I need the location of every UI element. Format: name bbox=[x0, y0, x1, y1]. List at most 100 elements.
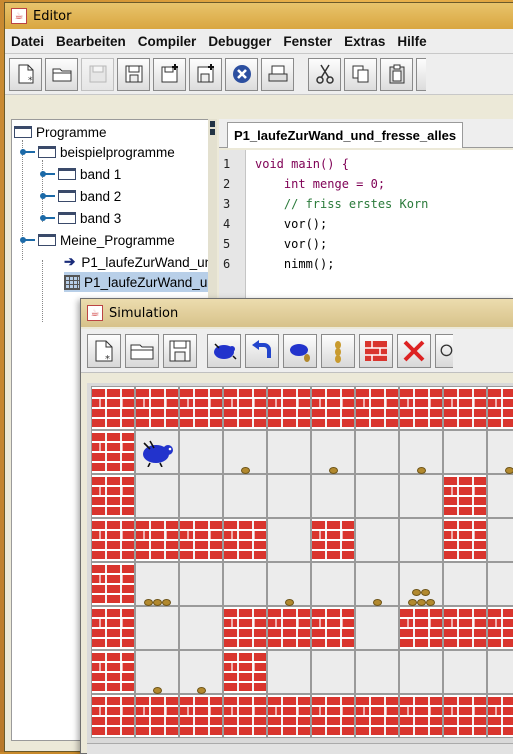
empty-tile[interactable] bbox=[355, 518, 399, 562]
wall-tile[interactable] bbox=[311, 386, 355, 430]
delete-button[interactable] bbox=[397, 333, 431, 368]
wall-tile[interactable] bbox=[223, 386, 267, 430]
wall-tile[interactable] bbox=[399, 694, 443, 738]
wall-tile[interactable] bbox=[399, 386, 443, 430]
new-file-button[interactable]: * bbox=[9, 57, 42, 91]
menu-debugger[interactable]: Debugger bbox=[202, 34, 277, 49]
wall-tile[interactable] bbox=[311, 694, 355, 738]
empty-tile[interactable] bbox=[179, 562, 223, 606]
wall-tile[interactable] bbox=[267, 606, 311, 650]
grain-tile[interactable] bbox=[487, 430, 513, 474]
wall-tile[interactable] bbox=[399, 606, 443, 650]
wall-tile[interactable] bbox=[91, 694, 135, 738]
tree-item[interactable]: Meine_Programme bbox=[20, 230, 175, 250]
empty-tile[interactable] bbox=[355, 474, 399, 518]
empty-tile[interactable] bbox=[311, 650, 355, 694]
expand-handle-icon[interactable] bbox=[40, 191, 56, 201]
simulation-titlebar[interactable]: ☕ Simulation bbox=[81, 299, 513, 327]
menu-hilfe[interactable]: Hilfe bbox=[391, 34, 432, 49]
wall-tile[interactable] bbox=[443, 386, 487, 430]
grain-tile[interactable] bbox=[135, 562, 179, 606]
save-territory-button[interactable] bbox=[163, 333, 197, 368]
hamster-tile[interactable] bbox=[135, 430, 179, 474]
wall-tile[interactable] bbox=[487, 386, 513, 430]
empty-tile[interactable] bbox=[135, 606, 179, 650]
copy-button[interactable] bbox=[344, 57, 377, 91]
territory-view[interactable] bbox=[87, 383, 513, 743]
empty-tile[interactable] bbox=[399, 518, 443, 562]
empty-tile[interactable] bbox=[355, 430, 399, 474]
tree-item[interactable]: band 1 bbox=[40, 164, 121, 184]
grain-tile[interactable] bbox=[267, 562, 311, 606]
wall-tile[interactable] bbox=[223, 694, 267, 738]
wall-tile[interactable] bbox=[91, 606, 135, 650]
empty-tile[interactable] bbox=[443, 562, 487, 606]
save-button[interactable] bbox=[81, 57, 114, 91]
tree-item-selected[interactable]: P1_laufeZurWand_und_fresse_alles bbox=[64, 272, 208, 292]
wall-tile[interactable] bbox=[487, 606, 513, 650]
wall-tile[interactable] bbox=[267, 694, 311, 738]
wall-tile[interactable] bbox=[91, 650, 135, 694]
wall-tile[interactable] bbox=[267, 386, 311, 430]
new-territory-button[interactable]: * bbox=[87, 333, 121, 368]
wall-tile[interactable] bbox=[179, 386, 223, 430]
empty-tile[interactable] bbox=[443, 430, 487, 474]
tree-item[interactable]: beispielprogramme bbox=[20, 142, 175, 162]
wall-tile[interactable] bbox=[179, 694, 223, 738]
wall-tile[interactable] bbox=[135, 386, 179, 430]
empty-tile[interactable] bbox=[267, 430, 311, 474]
wall-tile[interactable] bbox=[223, 606, 267, 650]
save-all-button[interactable] bbox=[153, 57, 186, 91]
place-hamster-button[interactable] bbox=[207, 333, 241, 368]
empty-tile[interactable] bbox=[135, 474, 179, 518]
empty-tile[interactable] bbox=[179, 430, 223, 474]
menu-datei[interactable]: Datei bbox=[5, 34, 50, 49]
tree-item[interactable]: band 3 bbox=[40, 208, 121, 228]
hamster-icon[interactable] bbox=[140, 437, 174, 467]
wall-tile[interactable] bbox=[91, 386, 135, 430]
wall-tile[interactable] bbox=[135, 694, 179, 738]
wall-tile[interactable] bbox=[311, 518, 355, 562]
empty-tile[interactable] bbox=[179, 474, 223, 518]
wall-tile[interactable] bbox=[91, 430, 135, 474]
save-as-button[interactable] bbox=[117, 57, 150, 91]
wall-tile[interactable] bbox=[443, 694, 487, 738]
wall-tile[interactable] bbox=[91, 518, 135, 562]
place-wall-button[interactable] bbox=[359, 333, 393, 368]
wall-tile[interactable] bbox=[443, 518, 487, 562]
empty-tile[interactable] bbox=[223, 474, 267, 518]
wall-tile[interactable] bbox=[91, 562, 135, 606]
tree-root[interactable]: Programme bbox=[14, 122, 107, 142]
turn-left-button[interactable] bbox=[245, 333, 279, 368]
wall-tile[interactable] bbox=[487, 694, 513, 738]
empty-tile[interactable] bbox=[399, 650, 443, 694]
tab-program[interactable]: P1_laufeZurWand_und_fresse_alles bbox=[227, 122, 464, 148]
open-territory-button[interactable] bbox=[125, 333, 159, 368]
tree-item[interactable]: band 2 bbox=[40, 186, 121, 206]
close-button[interactable] bbox=[225, 57, 258, 91]
expand-handle-icon[interactable] bbox=[20, 235, 36, 245]
empty-tile[interactable] bbox=[267, 474, 311, 518]
grain-tile[interactable] bbox=[135, 650, 179, 694]
tree-item[interactable]: ➔ P1_laufeZurWand_und_fresse_alles bbox=[64, 252, 208, 272]
wall-tile[interactable] bbox=[355, 386, 399, 430]
wall-tile[interactable] bbox=[223, 518, 267, 562]
grain-tile[interactable] bbox=[223, 430, 267, 474]
editor-titlebar[interactable]: ☕ Editor bbox=[5, 3, 513, 29]
wall-tile[interactable] bbox=[179, 518, 223, 562]
grain-tile[interactable] bbox=[179, 650, 223, 694]
save-new-button[interactable] bbox=[189, 57, 222, 91]
wall-tile[interactable] bbox=[443, 474, 487, 518]
empty-tile[interactable] bbox=[179, 606, 223, 650]
hamster-grain-button[interactable] bbox=[283, 333, 317, 368]
empty-tile[interactable] bbox=[267, 650, 311, 694]
empty-tile[interactable] bbox=[355, 650, 399, 694]
empty-tile[interactable] bbox=[487, 474, 513, 518]
wall-tile[interactable] bbox=[355, 694, 399, 738]
empty-tile[interactable] bbox=[223, 562, 267, 606]
empty-tile[interactable] bbox=[487, 518, 513, 562]
menu-extras[interactable]: Extras bbox=[338, 34, 391, 49]
horizontal-scrollbar[interactable] bbox=[87, 743, 513, 754]
more-button[interactable] bbox=[416, 57, 426, 91]
print-button[interactable] bbox=[261, 57, 294, 91]
